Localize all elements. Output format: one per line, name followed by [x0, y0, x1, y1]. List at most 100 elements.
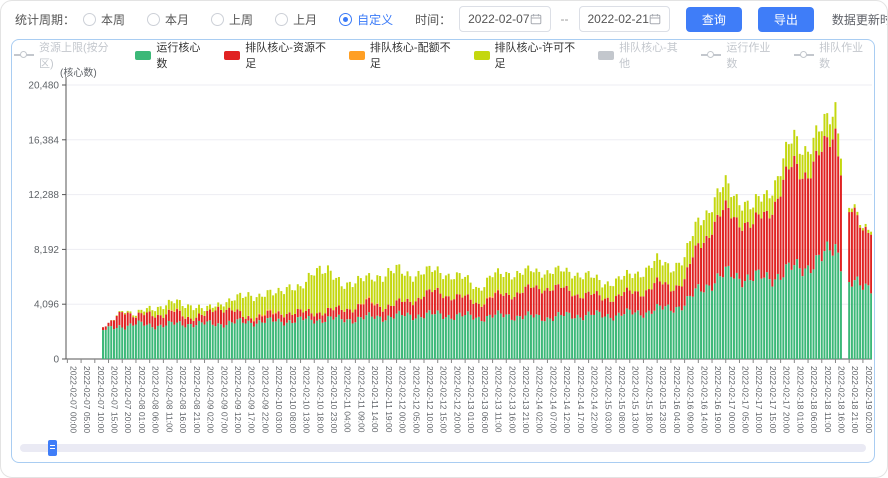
bar-segment[interactable]	[272, 313, 274, 314]
bar-segment[interactable]	[725, 267, 727, 359]
bar-segment[interactable]	[102, 327, 104, 330]
bar-segment[interactable]	[856, 215, 858, 276]
bar-segment[interactable]	[511, 299, 513, 320]
bar-segment[interactable]	[582, 298, 584, 320]
bar-segment[interactable]	[401, 302, 403, 315]
bar-segment[interactable]	[124, 314, 126, 329]
bar-segment[interactable]	[193, 310, 195, 321]
bar-segment[interactable]	[870, 293, 872, 359]
bar-segment[interactable]	[546, 288, 548, 317]
bar-segment[interactable]	[675, 263, 677, 285]
bar-segment[interactable]	[626, 270, 628, 288]
bar-segment[interactable]	[450, 300, 452, 319]
bar-segment[interactable]	[256, 317, 258, 318]
bar-segment[interactable]	[689, 264, 691, 296]
bar-segment[interactable]	[151, 310, 153, 316]
bar-segment[interactable]	[695, 222, 697, 246]
bar-segment[interactable]	[160, 325, 162, 359]
query-button[interactable]: 查询	[686, 7, 742, 32]
bar-segment[interactable]	[640, 277, 642, 296]
bar-segment[interactable]	[681, 265, 683, 286]
bar-segment[interactable]	[316, 268, 318, 313]
bar-segment[interactable]	[511, 320, 513, 359]
bar-segment[interactable]	[113, 320, 115, 329]
bar-segment[interactable]	[459, 313, 461, 359]
bar-segment[interactable]	[689, 241, 691, 264]
bar-segment[interactable]	[834, 129, 836, 245]
bar-segment[interactable]	[829, 124, 831, 147]
bar-segment[interactable]	[708, 238, 710, 286]
bar-segment[interactable]	[382, 322, 384, 359]
bar-segment[interactable]	[275, 313, 277, 321]
bar-segment[interactable]	[195, 308, 197, 318]
bar-segment[interactable]	[829, 250, 831, 359]
bar-segment[interactable]	[769, 279, 771, 359]
bar-segment[interactable]	[250, 318, 252, 323]
bar-segment[interactable]	[804, 146, 806, 172]
bar-segment[interactable]	[220, 324, 222, 359]
bar-segment[interactable]	[607, 298, 609, 314]
bar-segment[interactable]	[311, 313, 313, 320]
bar-segment[interactable]	[363, 281, 365, 303]
export-button[interactable]: 导出	[758, 7, 814, 32]
bar-segment[interactable]	[294, 323, 296, 359]
bar-segment[interactable]	[670, 291, 672, 310]
bar-segment[interactable]	[357, 304, 359, 317]
bar-segment[interactable]	[242, 323, 244, 359]
bar-segment[interactable]	[662, 265, 664, 284]
radio-icon[interactable]	[211, 13, 224, 26]
bar-segment[interactable]	[629, 274, 631, 291]
bar-segment[interactable]	[368, 298, 370, 312]
bar-segment[interactable]	[247, 316, 249, 321]
bar-segment[interactable]	[667, 263, 669, 284]
bar-segment[interactable]	[376, 316, 378, 359]
bar-segment[interactable]	[823, 251, 825, 359]
bar-segment[interactable]	[717, 215, 719, 274]
bar-segment[interactable]	[300, 309, 302, 316]
bar-segment[interactable]	[385, 320, 387, 359]
bar-segment[interactable]	[555, 267, 557, 285]
bar-segment[interactable]	[417, 298, 419, 315]
bar-segment[interactable]	[204, 311, 206, 316]
bar-segment[interactable]	[450, 279, 452, 300]
bar-segment[interactable]	[360, 304, 362, 317]
bar-segment[interactable]	[308, 316, 310, 359]
bar-segment[interactable]	[118, 312, 120, 325]
bar-segment[interactable]	[129, 313, 131, 323]
bar-segment[interactable]	[563, 316, 565, 359]
bar-segment[interactable]	[684, 306, 686, 359]
bar-segment[interactable]	[272, 322, 274, 359]
bar-segment[interactable]	[771, 287, 773, 359]
bar-segment[interactable]	[590, 295, 592, 315]
bar-segment[interactable]	[802, 276, 804, 359]
bar-segment[interactable]	[179, 300, 181, 310]
bar-segment[interactable]	[349, 309, 351, 319]
bar-segment[interactable]	[738, 227, 740, 278]
bar-segment[interactable]	[749, 209, 751, 227]
bar-segment[interactable]	[549, 273, 551, 291]
bar-segment[interactable]	[840, 271, 842, 359]
bar-segment[interactable]	[686, 243, 688, 267]
bar-segment[interactable]	[541, 321, 543, 359]
bar-segment[interactable]	[278, 311, 280, 312]
bar-segment[interactable]	[670, 272, 672, 291]
bar-segment[interactable]	[818, 155, 820, 255]
bar-segment[interactable]	[736, 194, 738, 217]
bar-segment[interactable]	[409, 276, 411, 302]
bar-segment[interactable]	[758, 270, 760, 359]
bar-segment[interactable]	[470, 283, 472, 300]
bar-segment[interactable]	[379, 317, 381, 359]
bar-segment[interactable]	[187, 317, 189, 324]
bar-segment[interactable]	[645, 268, 647, 291]
bar-segment[interactable]	[363, 319, 365, 359]
bar-segment[interactable]	[245, 324, 247, 359]
bar-segment[interactable]	[837, 133, 839, 156]
bar-segment[interactable]	[146, 312, 148, 324]
bar-segment[interactable]	[604, 317, 606, 359]
bar-segment[interactable]	[618, 313, 620, 359]
bar-segment[interactable]	[393, 273, 395, 306]
bar-segment[interactable]	[774, 279, 776, 359]
bar-segment[interactable]	[302, 320, 304, 359]
bar-segment[interactable]	[239, 318, 241, 359]
bar-segment[interactable]	[450, 319, 452, 359]
